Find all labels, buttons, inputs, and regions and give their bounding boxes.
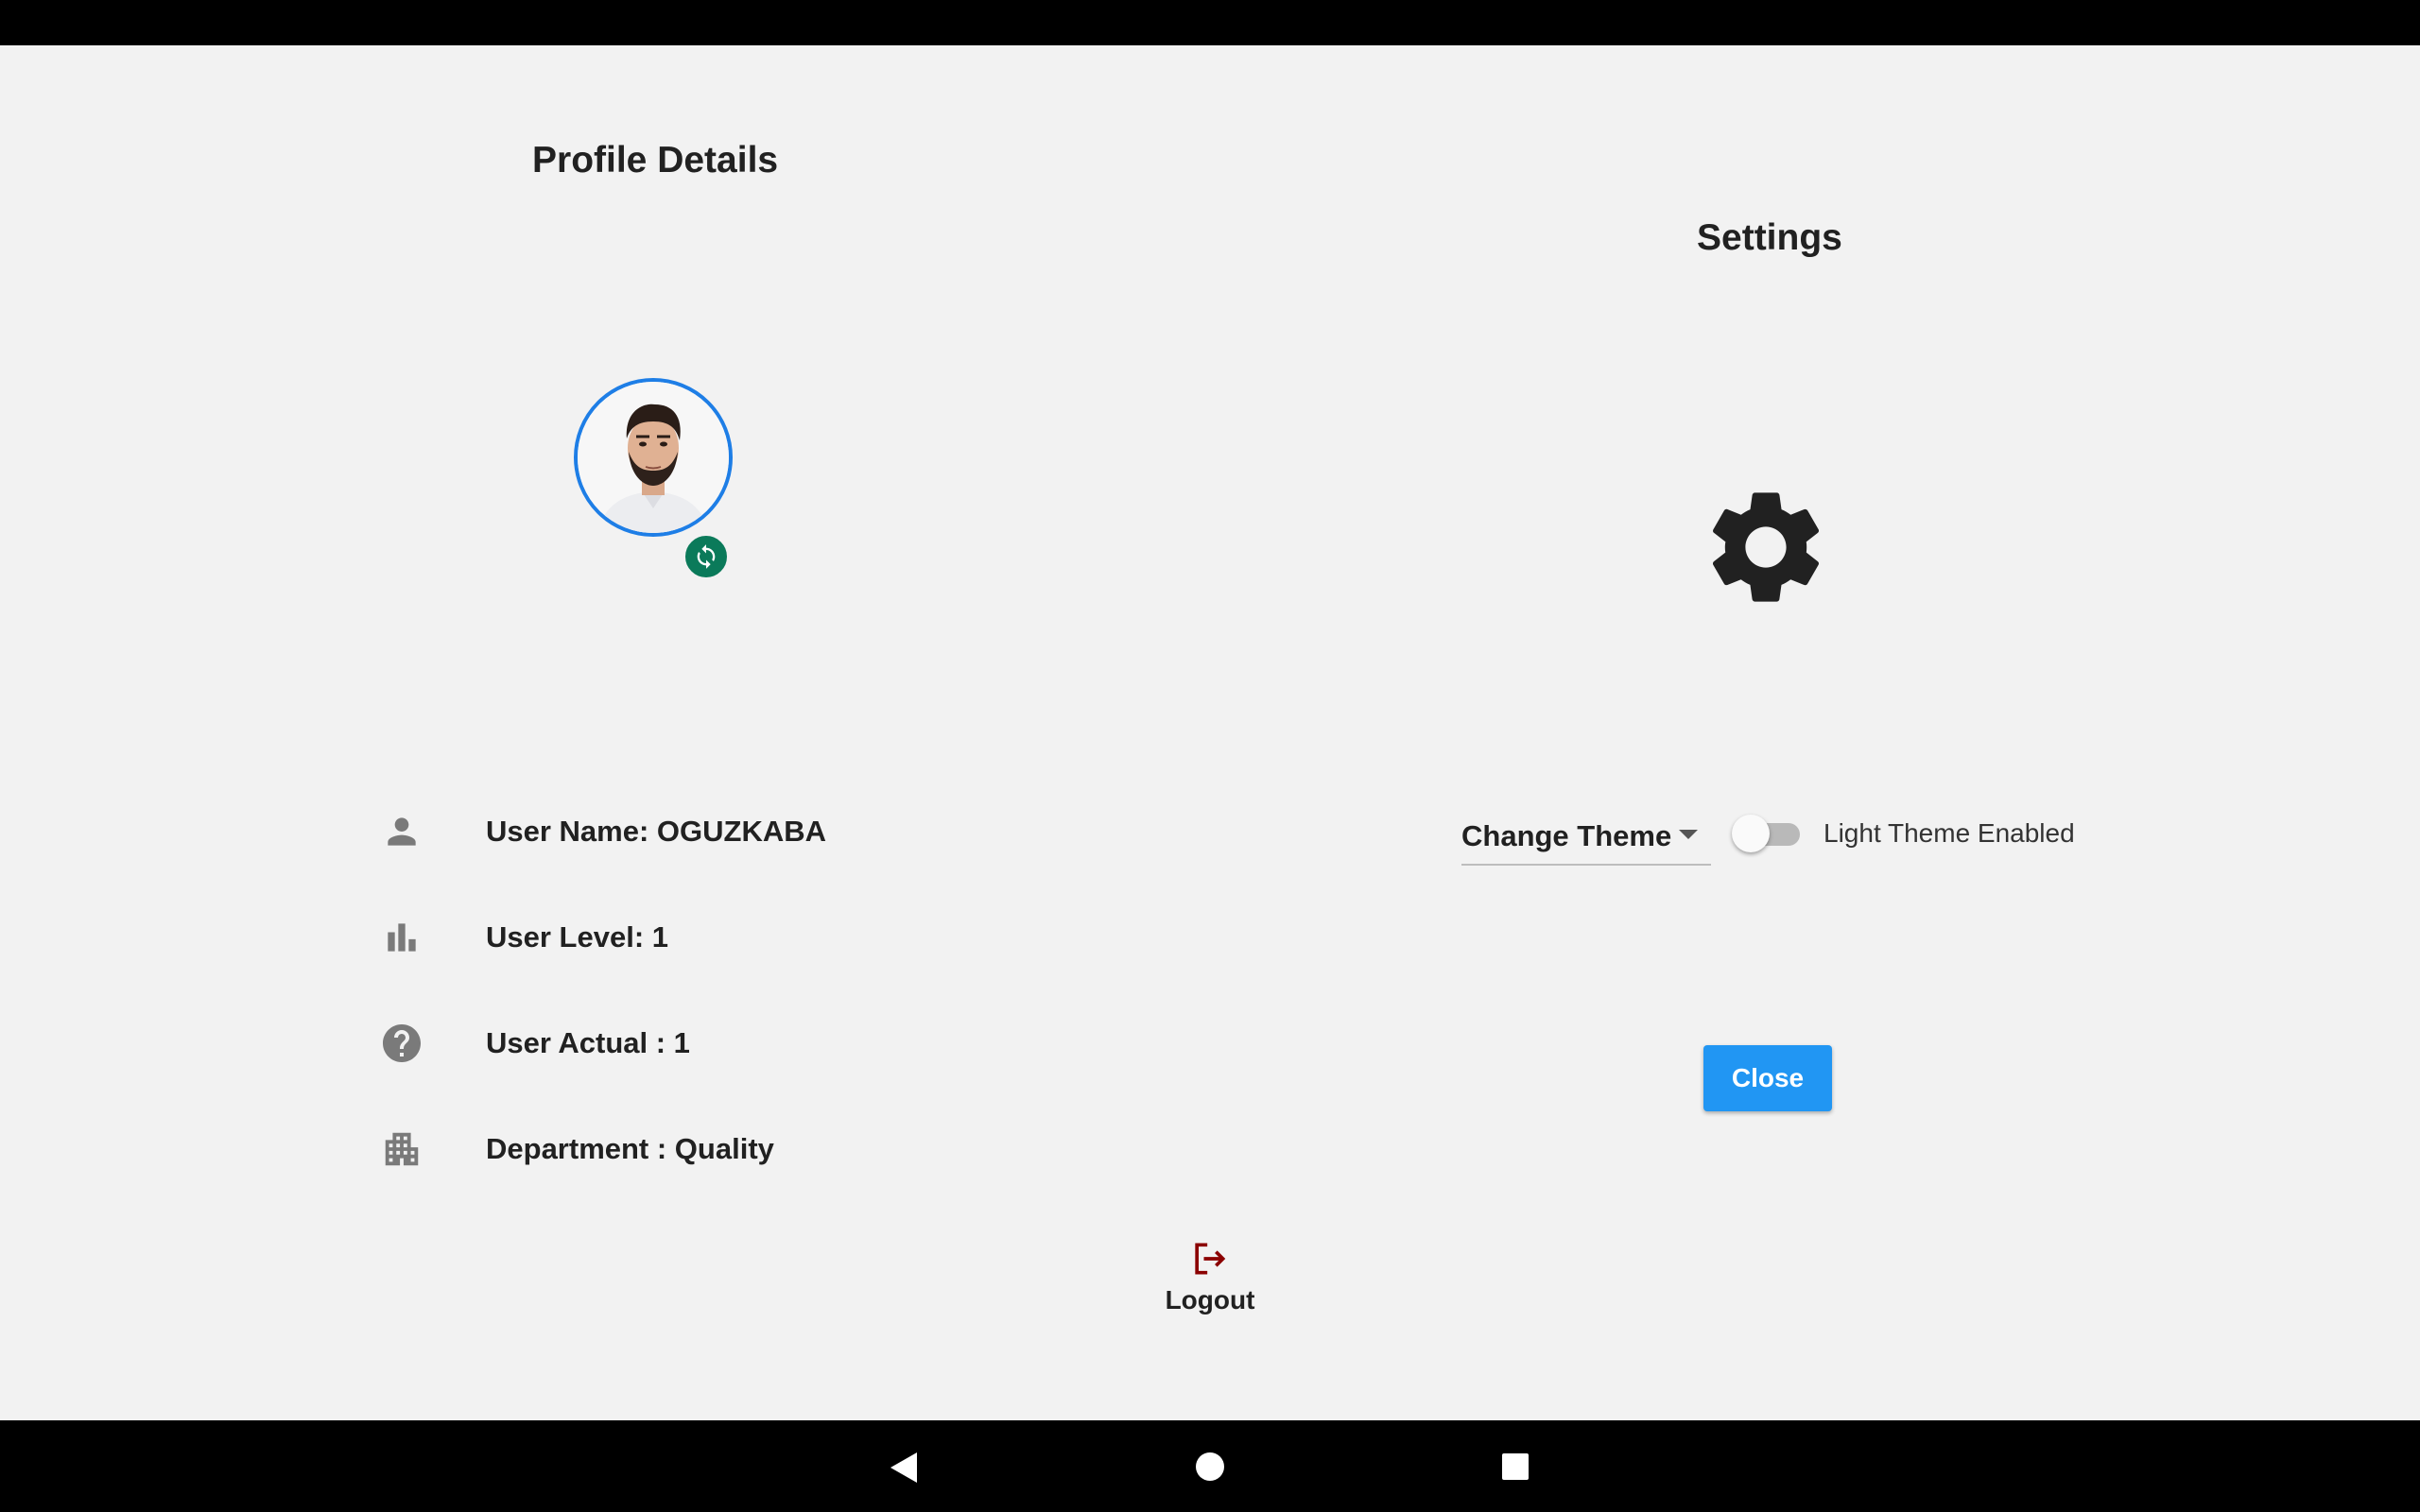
change-theme-dropdown[interactable]: Change Theme — [1461, 809, 1711, 866]
logout-button[interactable]: Logout — [1155, 1238, 1265, 1314]
close-button[interactable]: Close — [1703, 1045, 1832, 1111]
department-label: Department : Quality — [486, 1132, 774, 1165]
home-icon[interactable] — [1195, 1452, 1225, 1482]
user-photo-icon — [578, 382, 729, 533]
user-name-row: User Name: OGUZKABA — [376, 803, 826, 860]
light-theme-label: Light Theme Enabled — [1824, 818, 2075, 848]
change-theme-label: Change Theme — [1461, 819, 1672, 852]
profile-settings-screen: Profile Details Settings User Name: OGUZ… — [0, 45, 2420, 1420]
gear-icon — [1712, 492, 1820, 602]
toggle-thumb — [1732, 815, 1770, 852]
user-level-row: User Level: 1 — [376, 909, 668, 966]
avatar[interactable] — [574, 378, 733, 537]
sync-icon — [697, 544, 716, 569]
user-actual-label: User Actual : 1 — [486, 1026, 690, 1059]
status-bar — [0, 0, 2420, 45]
user-name-label: User Name: OGUZKABA — [486, 815, 827, 848]
navigation-bar — [0, 1420, 2420, 1512]
profile-title: Profile Details — [532, 140, 779, 180]
light-theme-toggle[interactable] — [1732, 815, 1800, 852]
user-actual-row: User Actual : 1 — [376, 1015, 690, 1072]
bar-chart-icon — [376, 912, 427, 963]
recents-icon[interactable] — [1501, 1452, 1530, 1481]
sync-avatar-button[interactable] — [683, 533, 730, 580]
person-icon — [376, 806, 427, 857]
chevron-down-icon — [1679, 830, 1698, 839]
building-icon — [376, 1124, 427, 1175]
logout-icon — [1195, 1243, 1226, 1275]
user-level-label: User Level: 1 — [486, 920, 668, 954]
logout-label: Logout — [1165, 1285, 1255, 1314]
settings-title: Settings — [1697, 217, 1842, 258]
back-icon[interactable] — [889, 1452, 919, 1484]
department-row: Department : Quality — [376, 1121, 774, 1177]
help-icon — [376, 1018, 427, 1069]
